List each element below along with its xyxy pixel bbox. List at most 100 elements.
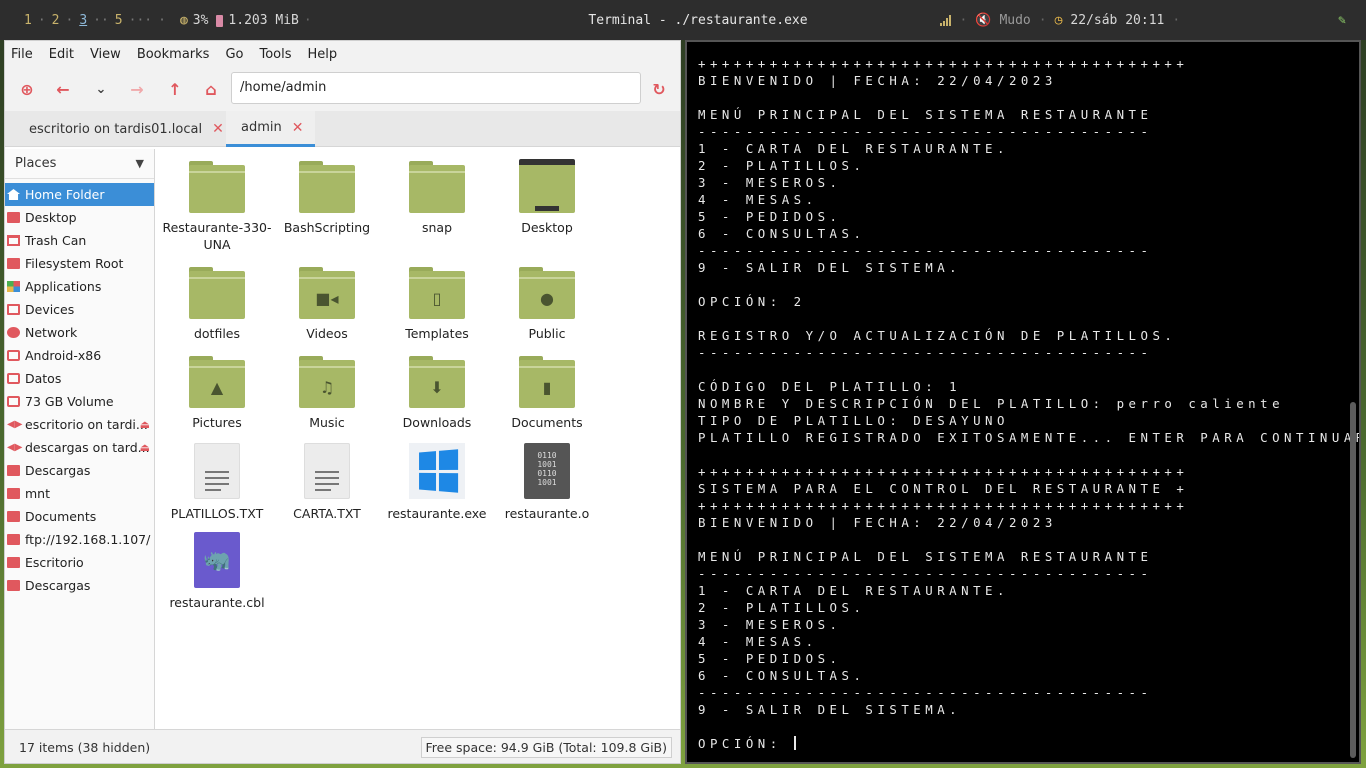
close-icon[interactable]: ✕ — [212, 121, 224, 137]
sidebar-item-android[interactable]: Android-x86 — [5, 344, 154, 367]
file-item[interactable]: ▲ Pictures — [162, 356, 272, 431]
file-item[interactable]: ♫ Music — [272, 356, 382, 431]
menu-go[interactable]: Go — [225, 47, 243, 62]
file-item[interactable]: ⬇ Downloads — [382, 356, 492, 431]
terminal-line: 1 - CARTA DEL RESTAURANTE. — [698, 583, 1009, 598]
sidebar-item-datos[interactable]: Datos — [5, 367, 154, 390]
places-header[interactable]: Places ▼ — [5, 149, 154, 179]
terminal-line: 2 - PLATILLOS. — [698, 158, 866, 173]
file-item[interactable]: PLATILLOS.TXT — [162, 443, 272, 522]
new-tab-icon[interactable]: ⊕ — [17, 79, 37, 99]
file-label: dotfiles — [193, 326, 241, 341]
sidebar-item-label: Network — [25, 325, 78, 340]
sidebar-item-label: escritorio on tardi... — [25, 417, 148, 432]
home-icon[interactable]: ⌂ — [201, 79, 221, 99]
file-item[interactable]: restaurante.exe — [382, 443, 492, 522]
top-panel: 1 · 2 · 3 ·· 5 ··· · ◍ 3% 1.203 MiB · Termina… — [0, 0, 1366, 40]
file-item[interactable]: 0110 1001 0110 1001 restaurante.o — [492, 443, 602, 522]
tab-bar: escritorio on tardis01.local ✕ admin ✕ — [5, 111, 680, 147]
reload-icon[interactable]: ↻ — [649, 79, 669, 99]
file-item[interactable]: ● Public — [492, 267, 602, 342]
sidebar-item-trash[interactable]: Trash Can — [5, 229, 154, 252]
menu-help[interactable]: Help — [308, 47, 338, 62]
sidebar-item-label: Applications — [25, 279, 102, 294]
file-item[interactable]: ▮ Documents — [492, 356, 602, 431]
calendar-icon: ◷ — [1054, 13, 1063, 28]
volume-label[interactable]: Mudo — [999, 13, 1030, 28]
sidebar-item-label: Trash Can — [25, 233, 87, 248]
documents-folder-icon: ▮ — [519, 356, 575, 408]
terminal-line: OPCIÓN: 2 — [698, 294, 806, 309]
sidebar-item-escritorio-share[interactable]: ◀▶ escritorio on tardi... ⏏ — [5, 413, 154, 436]
drive-icon — [7, 396, 20, 407]
file-label: Downloads — [402, 415, 472, 430]
file-item[interactable]: ■◂ Videos — [272, 267, 382, 342]
terminal-line: 9 - SALIR DEL SISTEMA. — [698, 702, 962, 717]
file-item[interactable]: snap — [382, 161, 492, 236]
terminal-line: 5 - PEDIDOS. — [698, 651, 842, 666]
terminal-window[interactable]: ++++++++++++++++++++++++++++++++++++++++… — [685, 40, 1361, 764]
menu-file[interactable]: File — [11, 47, 33, 62]
sidebar-item-descargas[interactable]: Descargas — [5, 459, 154, 482]
folder-icon — [189, 267, 245, 319]
terminal-line: ++++++++++++++++++++++++++++++++++++++++… — [698, 464, 1189, 479]
sidebar-item-devices[interactable]: Devices — [5, 298, 154, 321]
chevron-down-icon[interactable]: ▼ — [136, 157, 144, 170]
file-item[interactable]: ▯ Templates — [382, 267, 492, 342]
sidebar-item-applications[interactable]: Applications — [5, 275, 154, 298]
menu-bar: File Edit View Bookmarks Go Tools Help — [5, 41, 680, 67]
up-icon[interactable]: ↑ — [165, 79, 185, 99]
devices-icon — [7, 304, 20, 315]
binary-file-icon: 0110 1001 0110 1001 — [524, 443, 570, 499]
paperclip-icon[interactable]: ✎ — [1338, 13, 1346, 28]
sidebar-item-home[interactable]: Home Folder — [5, 183, 154, 206]
menu-bookmarks[interactable]: Bookmarks — [137, 47, 210, 62]
sidebar-item-volume[interactable]: 73 GB Volume — [5, 390, 154, 413]
terminal-scrollbar[interactable] — [1350, 402, 1356, 758]
sidebar-item-label: Filesystem Root — [25, 256, 124, 271]
close-icon[interactable]: ✕ — [292, 120, 304, 136]
sidebar-item-documents[interactable]: Documents — [5, 505, 154, 528]
sidebar-item-filesystem-root[interactable]: Filesystem Root — [5, 252, 154, 275]
sidebar-item-ftp[interactable]: ftp://192.168.1.107/ — [5, 528, 154, 551]
terminal-line: ++++++++++++++++++++++++++++++++++++++++… — [698, 498, 1189, 513]
file-item[interactable]: dotfiles — [162, 267, 272, 342]
location-bar[interactable]: /home/admin — [231, 72, 641, 104]
mute-icon[interactable]: 🔇 — [975, 13, 991, 28]
sidebar-item-network[interactable]: Network — [5, 321, 154, 344]
clock[interactable]: 22/sáb 20:11 — [1070, 13, 1164, 28]
file-item[interactable]: Restaurante-330-UNA — [162, 161, 272, 253]
separator: · — [1038, 13, 1047, 28]
file-label: Documents — [511, 415, 583, 430]
menu-edit[interactable]: Edit — [49, 47, 74, 62]
terminal-line: BIENVENIDO | FECHA: 22/04/2023 — [698, 515, 1057, 530]
file-item[interactable]: CARTA.TXT — [272, 443, 382, 522]
sidebar-item-descargas-2[interactable]: Descargas — [5, 574, 154, 597]
sidebar-item-escritorio[interactable]: Escritorio — [5, 551, 154, 574]
history-dropdown-icon[interactable]: ⌄ — [91, 79, 111, 99]
sidebar-item-label: Devices — [25, 302, 75, 317]
file-label: Templates — [405, 326, 469, 341]
tab-escritorio[interactable]: escritorio on tardis01.local ✕ — [29, 111, 224, 147]
text-file-icon — [194, 443, 240, 499]
menu-view[interactable]: View — [90, 47, 121, 62]
share-icon: ◀▶ — [7, 441, 23, 453]
places-list: Home Folder Desktop Trash Can Filesystem… — [5, 179, 154, 597]
signal-icon[interactable] — [940, 15, 952, 26]
file-item[interactable]: 🦏 restaurante.cbl — [162, 532, 272, 611]
sidebar-item-mnt[interactable]: mnt — [5, 482, 154, 505]
sidebar-item-descargas-share[interactable]: ◀▶ descargas on tard... ⏏ — [5, 436, 154, 459]
file-item[interactable]: BashScripting — [272, 161, 382, 236]
menu-tools[interactable]: Tools — [259, 47, 291, 62]
folder-icon — [409, 161, 465, 213]
tab-admin[interactable]: admin ✕ — [226, 111, 316, 147]
eject-icon[interactable]: ⏏ — [140, 418, 150, 431]
file-item[interactable]: Desktop — [492, 159, 602, 236]
forward-icon[interactable]: → — [127, 79, 147, 99]
back-icon[interactable]: ← — [53, 79, 73, 99]
pictures-folder-icon: ▲ — [189, 356, 245, 408]
terminal-line: 5 - PEDIDOS. — [698, 209, 842, 224]
sidebar-item-desktop[interactable]: Desktop — [5, 206, 154, 229]
folder-icon — [7, 580, 20, 591]
eject-icon[interactable]: ⏏ — [140, 441, 150, 454]
